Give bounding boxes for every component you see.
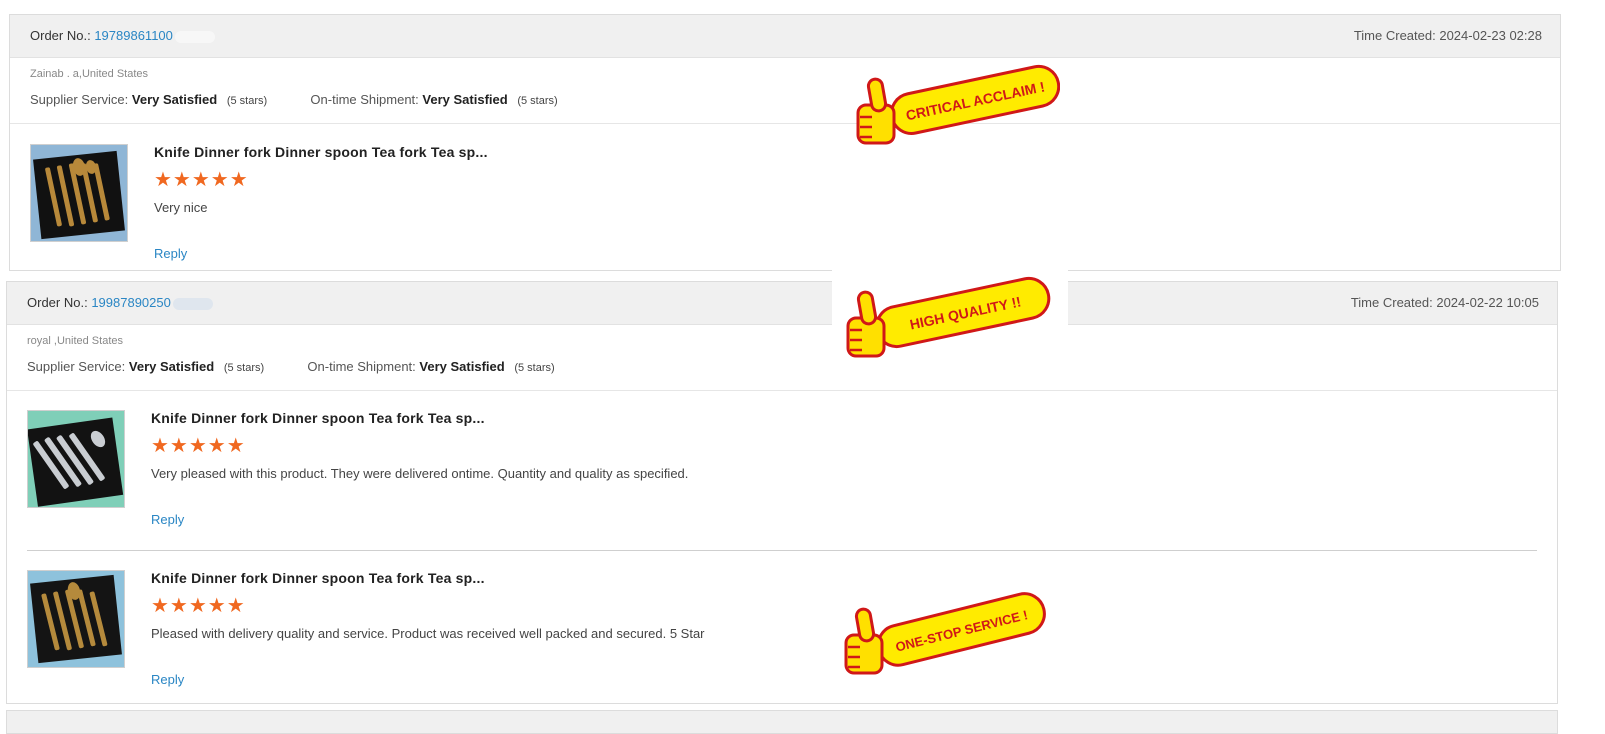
reply-link[interactable]: Reply: [151, 512, 184, 527]
order-number: Order No.: 19987890250: [27, 295, 213, 310]
review-item: Knife Dinner fork Dinner spoon Tea fork …: [27, 570, 1537, 690]
product-title[interactable]: Knife Dinner fork Dinner spoon Tea fork …: [151, 570, 485, 586]
product-thumbnail[interactable]: [30, 144, 128, 242]
item-separator: [27, 550, 1537, 551]
supplier-service-label: Supplier Service:: [27, 359, 126, 374]
review-comment: Very nice: [154, 200, 208, 215]
order-label: Order No.:: [27, 295, 88, 310]
review-comment: Pleased with delivery quality and servic…: [151, 626, 705, 641]
shipment-stars: (5 stars): [514, 362, 555, 374]
reply-link[interactable]: Reply: [151, 672, 184, 687]
supplier-service-stars: (5 stars): [226, 95, 268, 107]
reply-link[interactable]: Reply: [154, 246, 187, 261]
order-number-link[interactable]: 19789861100: [94, 28, 173, 43]
thumbs-up-icon: [856, 77, 896, 145]
order-number-link[interactable]: 19987890250: [91, 295, 171, 310]
time-value: 2024-02-22 10:05: [1436, 295, 1539, 310]
product-thumbnail[interactable]: [27, 570, 125, 668]
review-item: Knife Dinner fork Dinner spoon Tea fork …: [27, 410, 1537, 530]
product-title[interactable]: Knife Dinner fork Dinner spoon Tea fork …: [154, 144, 488, 160]
order-number: Order No.: 19789861100: [30, 28, 215, 43]
supplier-service-stars: (5 stars): [223, 362, 265, 374]
one-stop-service-badge: ONE-STOP SERVICE !: [838, 583, 1053, 683]
review-item: Knife Dinner fork Dinner spoon Tea fork …: [30, 144, 1540, 264]
order-label: Order No.:: [30, 28, 91, 43]
thumbs-up-icon: [844, 607, 884, 675]
service-ratings: Supplier Service: Very Satisfied (5 star…: [30, 92, 558, 107]
time-label: Time Created:: [1353, 28, 1436, 43]
buyer-info: royal ,United States: [27, 335, 123, 347]
supplier-service-value: Very Satisfied: [128, 359, 215, 374]
supplier-service-value: Very Satisfied: [131, 92, 218, 107]
redaction: [174, 30, 215, 43]
review-comment: Very pleased with this product. They wer…: [151, 466, 689, 481]
order-header: Order No.: 19987890250 Time Created: 202…: [7, 282, 1557, 325]
time-created: Time Created: 2024-02-22 10:05: [1351, 295, 1539, 310]
shipment-label: On-time Shipment:: [310, 92, 419, 107]
star-rating: ★★★★★: [154, 169, 249, 191]
order-card: Order No.: 19789861100 Time Created: 202…: [9, 14, 1561, 271]
product-thumbnail[interactable]: [27, 410, 125, 508]
star-rating: ★★★★★: [151, 435, 246, 457]
shipment-stars: (5 stars): [517, 95, 558, 107]
order-header: Order No.: 19789861100 Time Created: 202…: [10, 15, 1560, 58]
service-ratings: Supplier Service: Very Satisfied (5 star…: [27, 359, 555, 374]
critical-acclaim-badge: CRITICAL ACCLAIM !: [850, 55, 1061, 155]
order-card: Order No.: 19987890250 Time Created: 202…: [6, 281, 1558, 704]
next-order-card-edge: [6, 710, 1558, 734]
time-value: 2024-02-23 02:28: [1439, 28, 1542, 43]
buyer-info: Zainab . a,United States: [30, 68, 149, 80]
high-quality-badge: HIGH QUALITY !!: [840, 266, 1055, 366]
shipment-value: Very Satisfied: [422, 92, 508, 107]
shipment-label: On-time Shipment:: [307, 359, 416, 374]
time-created: Time Created: 2024-02-23 02:28: [1354, 28, 1542, 43]
shipment-value: Very Satisfied: [419, 359, 505, 374]
thumbs-up-icon: [846, 290, 886, 358]
divider: [7, 390, 1557, 391]
time-label: Time Created:: [1350, 295, 1433, 310]
redaction: [172, 297, 213, 310]
supplier-service-label: Supplier Service:: [30, 92, 129, 107]
divider: [10, 123, 1560, 124]
star-rating: ★★★★★: [151, 595, 246, 617]
product-title[interactable]: Knife Dinner fork Dinner spoon Tea fork …: [151, 410, 485, 426]
